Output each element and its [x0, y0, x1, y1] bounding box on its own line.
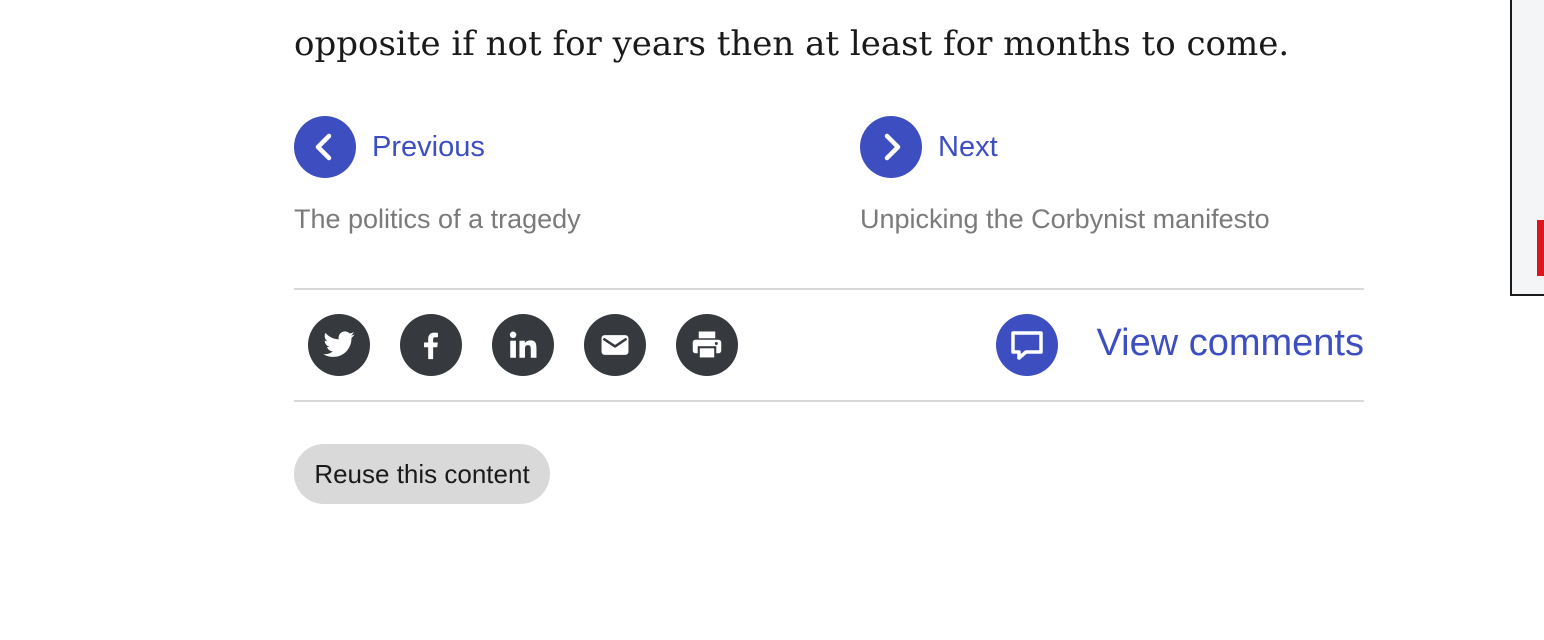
facebook-icon	[424, 332, 438, 360]
view-comments-button[interactable]: View comments	[996, 314, 1364, 376]
next-article-title: Unpicking the Corbynist manifesto	[860, 204, 1270, 234]
previous-label: Previous	[372, 131, 485, 163]
view-comments-label: View comments	[1096, 322, 1364, 364]
share-divider-top	[294, 288, 1364, 290]
next-label: Next	[938, 131, 998, 163]
share-twitter-button[interactable]	[308, 314, 370, 376]
share-print-button[interactable]	[676, 314, 738, 376]
chevron-right-icon	[860, 116, 922, 178]
printer-icon	[692, 331, 722, 360]
share-facebook-button[interactable]	[400, 314, 462, 376]
comment-bubble-icon	[996, 314, 1058, 376]
chevron-left-icon	[294, 116, 356, 178]
previous-article-title: The politics of a tragedy	[294, 204, 581, 234]
twitter-icon	[323, 331, 355, 357]
side-panel-accent	[1537, 220, 1544, 276]
share-email-button[interactable]	[584, 314, 646, 376]
article-closing-text: opposite if not for years then at least …	[294, 24, 1290, 64]
mail-icon	[601, 335, 629, 355]
linkedin-icon	[509, 331, 537, 358]
share-linkedin-button[interactable]	[492, 314, 554, 376]
share-divider-bottom	[294, 400, 1364, 402]
reuse-content-button[interactable]: Reuse this content	[294, 444, 550, 504]
